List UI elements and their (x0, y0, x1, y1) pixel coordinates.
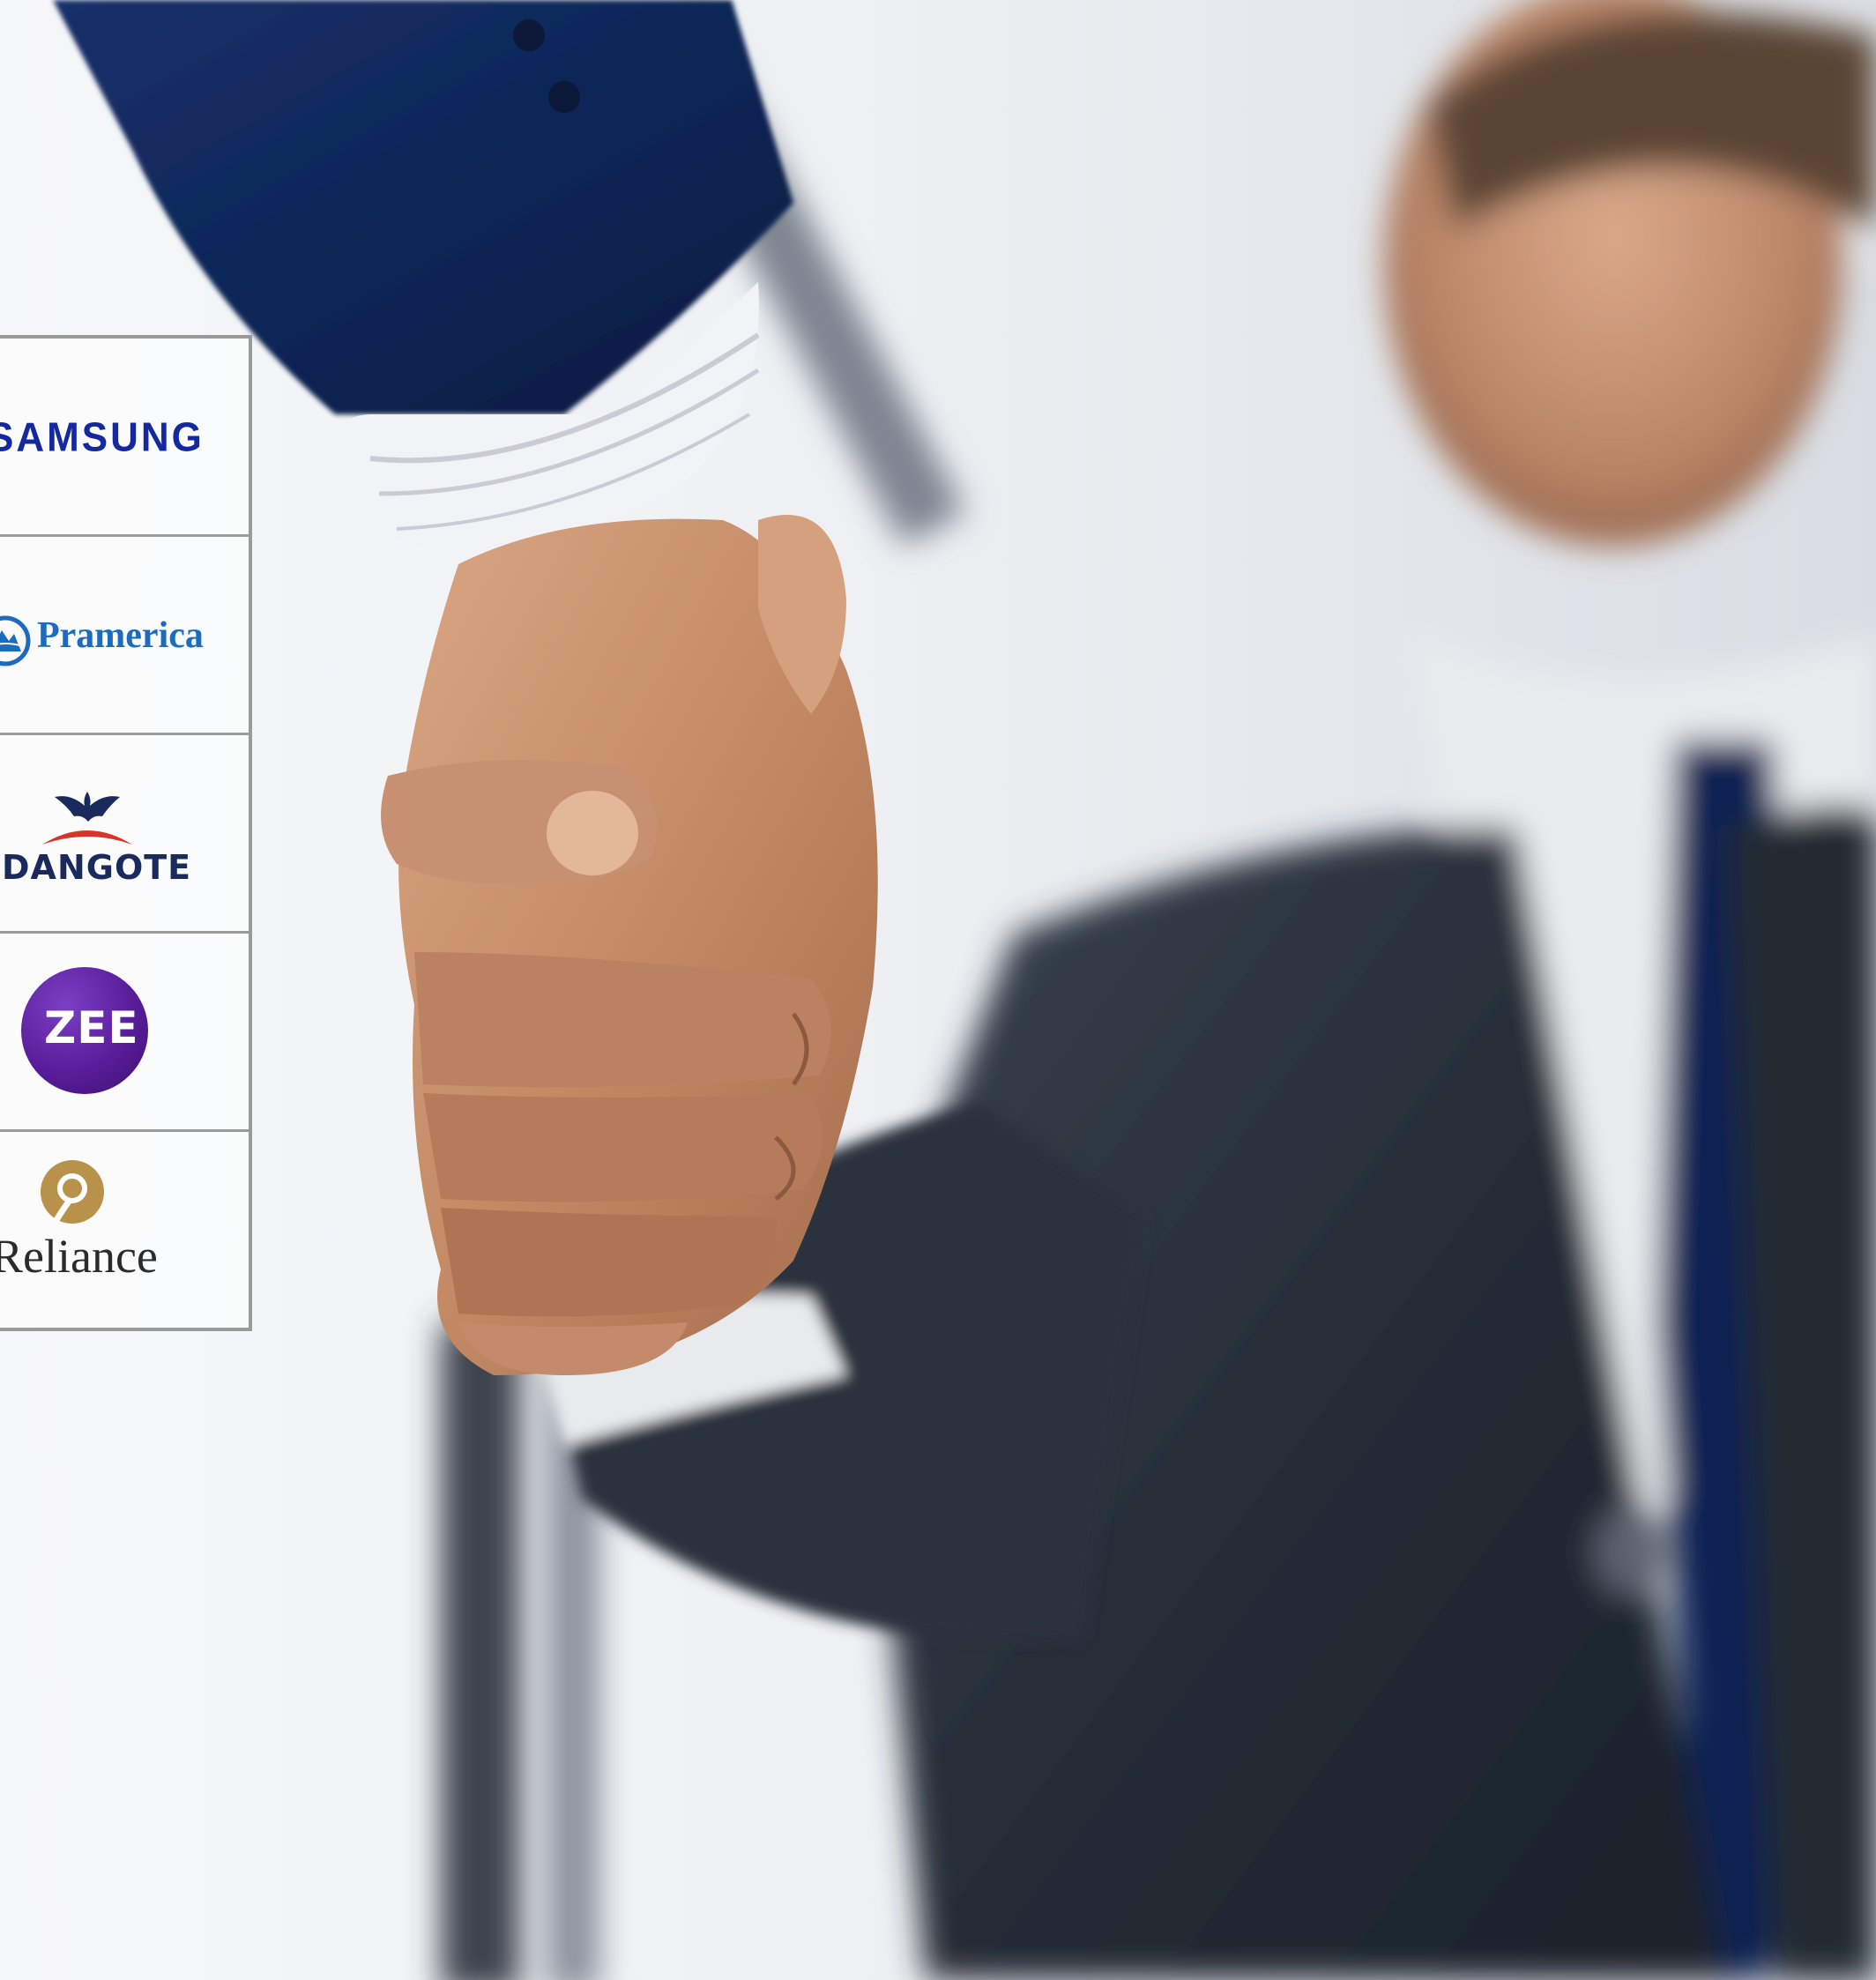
handshake-photo (0, 0, 1876, 1980)
reliance-emblem-icon (39, 1158, 106, 1230)
reliance-logo: Reliance (0, 1230, 158, 1283)
zee-logo: ZEE (44, 1002, 139, 1053)
logo-cell-reliance: Reliance (0, 1132, 249, 1328)
pramerica-rock-icon (0, 614, 32, 672)
logo-cell-dangote: DANGOTE (0, 735, 249, 934)
client-logo-grid: SAMSUNG Pramerica DANGOTE ZEE Reliance (0, 335, 252, 1331)
logo-cell-pramerica: Pramerica (0, 537, 249, 735)
samsung-logo: SAMSUNG (0, 414, 205, 461)
logo-cell-zee: ZEE (0, 934, 249, 1132)
dangote-eagle-icon (39, 786, 136, 854)
dangote-logo: DANGOTE (2, 848, 192, 887)
logo-cell-samsung: SAMSUNG (0, 339, 249, 537)
pramerica-logo: Pramerica (37, 615, 204, 656)
